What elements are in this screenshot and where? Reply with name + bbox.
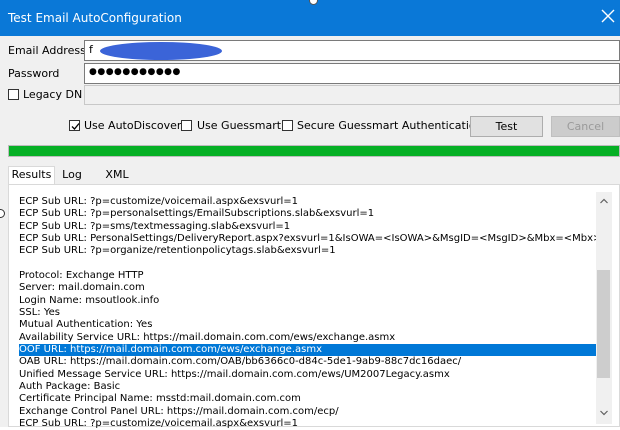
result-line[interactable]: Unified Message Service URL: https://mai… — [19, 369, 596, 381]
close-icon[interactable] — [600, 8, 616, 24]
secure-guessmart-checkbox[interactable] — [282, 120, 293, 131]
redaction-mark — [100, 42, 222, 60]
email-label: Email Address — [8, 44, 86, 57]
result-line[interactable]: Protocol: Exchange HTTP — [19, 270, 596, 282]
title-bar: Test Email AutoConfiguration — [0, 0, 620, 36]
result-line[interactable]: ECP Sub URL: ?p=sms/textmessaging.slab&e… — [19, 221, 596, 233]
password-value: ●●●●●●●●●●● — [89, 67, 181, 77]
result-line[interactable]: ECP Sub URL: ?p=customize/voicemail.aspx… — [19, 418, 596, 430]
use-guessmart-label: Use Guessmart — [197, 119, 282, 132]
test-button[interactable]: Test — [470, 116, 543, 137]
result-line[interactable]: ECP Sub URL: ?p=organize/retentionpolicy… — [19, 245, 596, 257]
email-value: f — [89, 43, 93, 56]
result-line[interactable]: ECP Sub URL: ?p=personalsettings/EmailSu… — [19, 208, 596, 220]
result-line[interactable]: OAB URL: https://mail.domain.com.com/OAB… — [19, 356, 596, 368]
results-text[interactable]: ECP Sub URL: ?p=customize/voicemail.aspx… — [19, 196, 596, 430]
result-line[interactable]: Login Name: msoutlook.info — [19, 295, 596, 307]
window-title: Test Email AutoConfiguration — [8, 11, 182, 25]
use-autodiscover-label: Use AutoDiscover — [84, 119, 182, 132]
use-guessmart-checkbox[interactable] — [181, 120, 192, 131]
result-line[interactable]: Server: mail.domain.com — [19, 282, 596, 294]
result-line[interactable]: Certificate Principal Name: msstd:mail.d… — [19, 393, 596, 405]
secure-guessmart-label: Secure Guessmart Authentication — [297, 119, 483, 132]
scroll-down-icon[interactable] — [600, 410, 608, 416]
progress-fill — [9, 146, 619, 156]
legacy-dn-checkbox[interactable] — [8, 89, 19, 100]
result-line[interactable]: Auth Package: Basic — [19, 381, 596, 393]
progress-bar — [8, 145, 620, 157]
result-line[interactable]: OOF URL: https://mail.domain.com.com/ews… — [19, 343, 596, 357]
result-line[interactable]: ECP Sub URL: PersonalSettings/DeliveryRe… — [19, 233, 596, 245]
password-label: Password — [8, 67, 60, 80]
result-line[interactable]: SSL: Yes — [19, 307, 596, 319]
cancel-button: Cancel — [551, 116, 620, 137]
tab-log[interactable]: Log — [55, 168, 89, 184]
result-line[interactable]: ECP Sub URL: ?p=customize/voicemail.aspx… — [19, 196, 596, 208]
legacy-dn-label: Legacy DN — [23, 88, 83, 101]
use-autodiscover-checkbox[interactable] — [69, 120, 80, 131]
scrollbar[interactable] — [596, 192, 612, 424]
password-field[interactable]: ●●●●●●●●●●● — [84, 63, 620, 84]
tab-results[interactable]: Results — [8, 166, 55, 185]
scrollbar-thumb[interactable] — [597, 270, 610, 378]
legacy-dn-field — [84, 85, 620, 105]
result-line[interactable]: Mutual Authentication: Yes — [19, 319, 596, 331]
checkmark-icon — [71, 123, 80, 130]
result-line[interactable]: Availability Service URL: https://mail.d… — [19, 332, 596, 344]
result-line[interactable] — [19, 258, 596, 270]
tab-xml[interactable]: XML — [97, 168, 137, 184]
result-line[interactable]: Exchange Control Panel URL: https://mail… — [19, 406, 596, 418]
scroll-up-icon[interactable] — [600, 198, 608, 204]
